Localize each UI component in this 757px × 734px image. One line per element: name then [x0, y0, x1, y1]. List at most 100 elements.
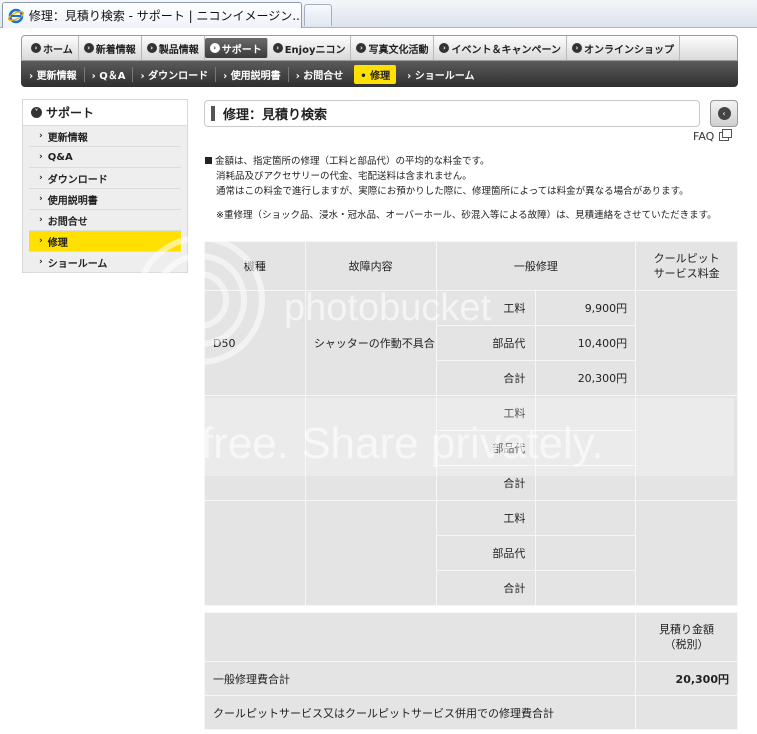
browser-tab-strip: 修理：見積り検索 - サポート | ニコンイメージン... [0, 0, 757, 28]
global-nav: › ホーム › 新着情報 › 製品情報 › サポート › Enjoyニコン › 写真文化活動… [21, 35, 738, 61]
cell-parts: 10,400円 [535, 325, 637, 361]
label-labor: 工料 [435, 500, 537, 536]
sidebar-item-updates[interactable]: › 更新情報 [29, 126, 181, 147]
snav-repair[interactable]: • 修理 [354, 64, 397, 84]
header-estimate-amount: 見積り金額 （税別） [635, 612, 738, 662]
snav-qa[interactable]: › Q＆A [83, 66, 133, 82]
sidebar: ˅ サポート › 更新情報 › Q&A › ダウンロード › 使用説明書 › お問合せ ›… [22, 99, 188, 273]
chevron-right-icon: › [31, 43, 41, 53]
gnav-online-shop[interactable]: › オンラインショップ [567, 36, 680, 60]
cell-coolpit [635, 500, 738, 606]
table-row: クールピットサービス又はクールピットサービス併用での修理費合計 [203, 695, 738, 730]
label-labor: 工料 [435, 290, 537, 326]
label-parts: 部品代 [435, 535, 537, 571]
title-bar-decoration [211, 106, 215, 121]
chevron-down-icon: ˅ [31, 107, 42, 118]
cell-total: 20,300円 [535, 360, 637, 396]
faq-link[interactable]: FAQ [693, 129, 733, 143]
chevron-right-icon: › [571, 43, 582, 53]
label-total: 合計 [435, 570, 537, 606]
gnav-home[interactable]: › ホーム [26, 36, 79, 60]
snav-showroom[interactable]: › ショールーム [400, 67, 481, 82]
estimate-table: 機種 故障内容 一般修理 クールピット サービス料金 D50 シャッターの作動不具… [204, 241, 738, 606]
chevron-right-icon: › [39, 131, 43, 141]
note-line-3: 通常はこの料金で進行しますが、実際にお預かりした際に、修理箇所によっては料金が異… [216, 186, 689, 197]
header-coolpit: クールピット サービス料金 [635, 241, 738, 291]
chevron-right-icon: › [39, 152, 43, 162]
sidebar-item-qa[interactable]: › Q&A [29, 147, 181, 168]
note-line-1: 金額は、指定箇所の修理（工料と部品代）の平均的な料金です。 [215, 156, 490, 167]
gnav-products[interactable]: › 製品情報 [142, 36, 205, 60]
cell-coolpit [635, 290, 738, 396]
page-title: 修理：見積り検索 [223, 108, 328, 123]
totals-header-row: 見積り金額 （税別） [203, 612, 738, 662]
label-parts: 部品代 [435, 430, 537, 466]
cell-fault [304, 500, 437, 606]
table-row: D50 シャッターの作動不具合 工料 9,900円 [204, 290, 738, 396]
gnav-support[interactable]: › サポート [204, 38, 268, 58]
note-line-2: 消耗品及びアクセサリーの代金、宅配送料は含まれません。 [216, 171, 472, 182]
header-fault: 故障内容 [304, 241, 437, 291]
table-header-row: 機種 故障内容 一般修理 クールピット サービス料金 [204, 241, 738, 291]
notes: 金額は、指定箇所の修理（工料と部品代）の平均的な料金です。 消耗品及びアクセサリ… [205, 154, 740, 223]
browser-tab[interactable]: 修理：見積り検索 - サポート | ニコンイメージン... [2, 2, 302, 28]
cell-coolpit [635, 395, 738, 501]
snav-updates[interactable]: › 更新情報 [27, 67, 84, 82]
label-coolpit-total: クールピットサービス又はクールピットサービス併用での修理費合計 [203, 695, 637, 730]
cell-labor: 9,900円 [535, 290, 637, 326]
chevron-right-icon: › [209, 43, 220, 53]
table-row: 工料 [204, 395, 738, 501]
gnav-photo-culture[interactable]: › 写真文化活動 [351, 36, 435, 60]
chevron-right-icon: › [39, 236, 43, 246]
gnav-events[interactable]: › イベント＆キャンペーン [434, 36, 567, 60]
chevron-left-icon: ‹ [717, 107, 731, 120]
sidebar-item-repair[interactable]: › 修理 [29, 231, 181, 252]
snav-download[interactable]: › ダウンロード [132, 66, 215, 82]
header-model: 機種 [204, 241, 306, 291]
chevron-right-icon: › [39, 257, 43, 267]
sidebar-item-download[interactable]: › ダウンロード [29, 168, 181, 189]
new-tab-button[interactable] [304, 4, 332, 26]
cell-fault: シャッターの作動不具合 [304, 290, 437, 396]
table-row: 一般修理費合計 20,300円 [203, 661, 738, 696]
value-general-total: 20,300円 [635, 661, 738, 696]
page-title-box: 修理：見積り検索 [204, 100, 700, 127]
table-row: 工料 [204, 500, 738, 606]
sidebar-item-showroom[interactable]: › ショールーム [29, 252, 181, 273]
cell-labor [535, 395, 637, 431]
sidebar-title[interactable]: ˅ サポート [23, 100, 187, 126]
cell-total [535, 570, 637, 606]
cell-total [535, 465, 637, 501]
header-general-repair: 一般修理 [435, 241, 637, 291]
chevron-right-icon: › [439, 43, 450, 53]
bullet-square-icon [205, 157, 212, 164]
gnav-enjoy-nikon[interactable]: › Enjoyニコン [268, 36, 352, 60]
chevron-right-icon: › [39, 215, 43, 225]
cell-model: D50 [204, 290, 306, 396]
cell-model [204, 500, 306, 606]
cell-labor [535, 500, 637, 536]
cell-fault [304, 395, 437, 501]
label-labor: 工料 [435, 395, 537, 431]
chevron-right-icon: › [39, 173, 43, 183]
totals-table: 見積り金額 （税別） 一般修理費合計 20,300円 クールピットサービス又はクー… [203, 612, 738, 730]
sidebar-item-contact[interactable]: › お問合せ [29, 210, 181, 231]
browser-tab-title: 修理：見積り検索 - サポート | ニコンイメージン... [28, 9, 301, 23]
gnav-news[interactable]: › 新着情報 [79, 36, 142, 60]
chevron-right-icon: › [356, 43, 367, 53]
label-parts: 部品代 [435, 325, 537, 361]
cell-parts [535, 535, 637, 571]
snav-contact[interactable]: › お問合せ [287, 66, 351, 82]
internet-explorer-icon [7, 7, 25, 25]
cell-model [204, 395, 306, 501]
snav-manuals[interactable]: › 使用説明書 [215, 66, 288, 82]
note-heavy-repair: ※重修理（ショック品、浸水・冠水品、オーバーホール、砂混入等による故障）は、見積… [216, 210, 717, 221]
sidebar-item-manuals[interactable]: › 使用説明書 [29, 189, 181, 210]
chevron-right-icon: › [146, 43, 157, 53]
chevron-right-icon: › [272, 43, 283, 53]
back-button[interactable]: ‹ [710, 100, 738, 127]
sub-nav: › 更新情報 › Q＆A › ダウンロード › 使用説明書 › お問合せ • 修… [21, 61, 738, 87]
label-total: 合計 [435, 360, 537, 396]
chevron-right-icon: › [39, 194, 43, 204]
cell-parts [535, 430, 637, 466]
